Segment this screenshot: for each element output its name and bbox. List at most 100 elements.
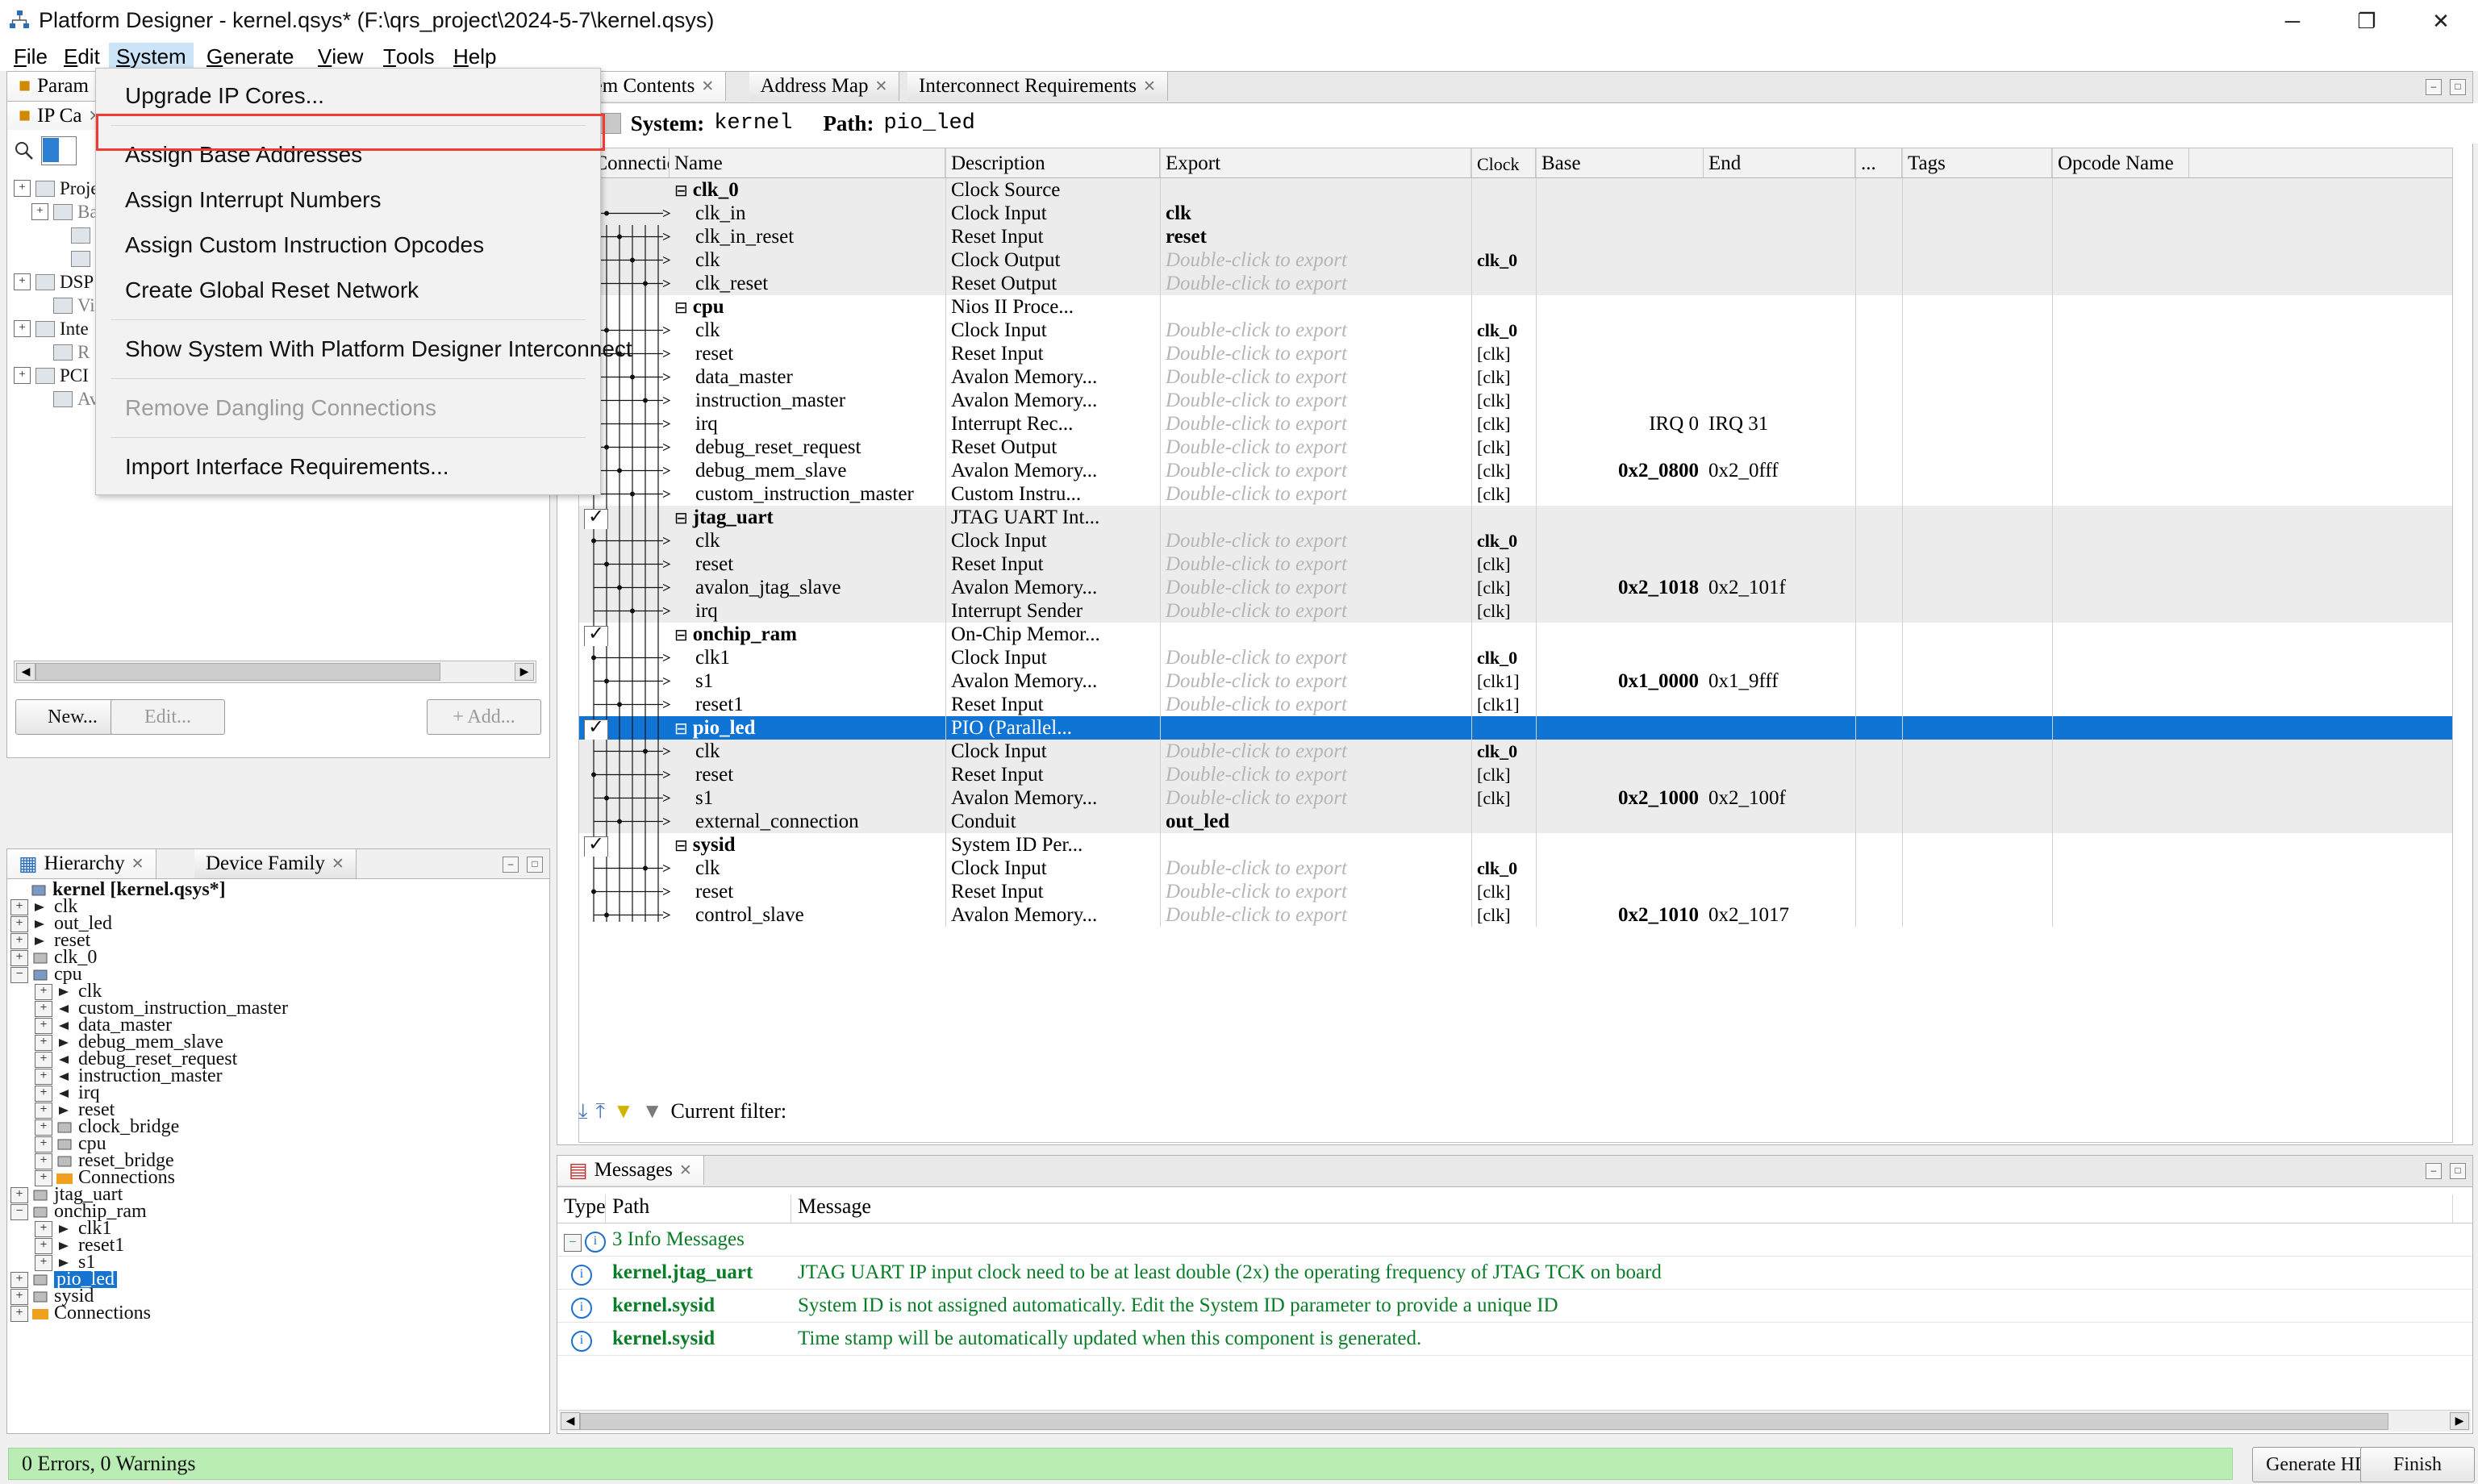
tags-cell[interactable]: [1902, 576, 2052, 599]
tags-cell[interactable]: [1902, 365, 2052, 389]
export-cell[interactable]: Double-click to export: [1160, 319, 1471, 342]
opcode-name-cell[interactable]: [2052, 646, 2189, 669]
connection-cell[interactable]: [579, 599, 670, 623]
name-cell[interactable]: reset1: [670, 693, 945, 716]
table-body[interactable]: ⊟ clk_0 Clock Source clk_in Clock Input clk cl…: [579, 178, 2452, 1106]
name-cell[interactable]: ⊟ onchip_ram: [670, 623, 945, 646]
opcode-name-cell[interactable]: [2052, 716, 2189, 740]
connection-cell[interactable]: [579, 763, 670, 786]
tags-cell[interactable]: [1902, 880, 2052, 903]
opcode-name-cell[interactable]: [2052, 389, 2189, 412]
base-address-cell[interactable]: 0x2_1018: [1536, 576, 1704, 599]
export-cell[interactable]: Double-click to export: [1160, 880, 1471, 903]
message-row[interactable]: i kernel.sysid Time stamp will be automati…: [557, 1323, 2472, 1356]
export-cell[interactable]: Double-click to export: [1160, 482, 1471, 506]
scroll-thumb[interactable]: [580, 1413, 2388, 1430]
table-row[interactable]: reset Reset Input Double-click to export [c…: [579, 342, 2452, 365]
expand-toggle-icon[interactable]: −: [10, 966, 28, 983]
name-cell[interactable]: control_slave: [670, 903, 945, 927]
opcode-name-cell[interactable]: [2052, 786, 2189, 810]
base-address-cell[interactable]: [1536, 693, 1704, 716]
export-cell[interactable]: reset: [1160, 225, 1471, 248]
menu-help[interactable]: Help: [446, 43, 503, 70]
close-icon[interactable]: ✕: [875, 77, 888, 96]
expand-toggle-icon[interactable]: +: [35, 1051, 52, 1068]
expand-toggle-icon[interactable]: +: [10, 1186, 28, 1203]
opcode-name-cell[interactable]: [2052, 763, 2189, 786]
row-checkbox[interactable]: [584, 506, 608, 529]
expand-toggle-icon[interactable]: ⊟: [674, 627, 688, 644]
connection-cell[interactable]: [579, 810, 670, 833]
name-cell[interactable]: ⊟ sysid: [670, 833, 945, 857]
opcode-name-cell[interactable]: [2052, 295, 2189, 319]
base-address-cell[interactable]: [1536, 740, 1704, 763]
tags-cell[interactable]: [1902, 459, 2052, 482]
tags-cell[interactable]: [1902, 529, 2052, 552]
base-address-cell[interactable]: [1536, 482, 1704, 506]
column-header-end[interactable]: End: [1704, 148, 1855, 177]
export-cell[interactable]: Double-click to export: [1160, 389, 1471, 412]
scroll-right-icon[interactable]: ▶: [2450, 1412, 2469, 1430]
minimize-panel-icon[interactable]: –: [503, 857, 519, 873]
column-header-base[interactable]: Base: [1536, 148, 1704, 177]
table-row[interactable]: ⊟pio_ledPIO (Parallel...: [579, 716, 2452, 740]
table-row[interactable]: reset Reset Input Double-click to export [c…: [579, 880, 2452, 903]
export-cell[interactable]: [1160, 178, 1471, 202]
export-cell[interactable]: Double-click to export: [1160, 669, 1471, 693]
menu-item-assign-interrupt-numbers[interactable]: Assign Interrupt Numbers: [96, 177, 600, 223]
column-header-op[interactable]: Opcode Name: [2052, 148, 2189, 177]
tags-cell[interactable]: [1902, 319, 2052, 342]
opcode-name-cell[interactable]: [2052, 178, 2189, 202]
message-row[interactable]: i kernel.jtag_uart JTAG UART IP input cloc…: [557, 1257, 2472, 1290]
edit-button[interactable]: Edit...: [111, 699, 225, 735]
table-row[interactable]: clk Clock Input Double-click to export clk_…: [579, 529, 2452, 552]
name-cell[interactable]: ⊟ clk_0: [670, 178, 945, 202]
export-cell[interactable]: Double-click to export: [1160, 599, 1471, 623]
opcode-name-cell[interactable]: [2052, 576, 2189, 599]
export-cell[interactable]: Double-click to export: [1160, 786, 1471, 810]
name-cell[interactable]: clk_in_reset: [670, 225, 945, 248]
export-cell[interactable]: Double-click to export: [1160, 552, 1471, 576]
row-checkbox[interactable]: [584, 623, 608, 646]
tab-address-map[interactable]: Address Map ✕: [749, 72, 900, 101]
tags-cell[interactable]: [1902, 436, 2052, 459]
expand-toggle-icon[interactable]: +: [35, 1068, 52, 1085]
opcode-name-cell[interactable]: [2052, 552, 2189, 576]
name-cell[interactable]: avalon_jtag_slave: [670, 576, 945, 599]
base-address-cell[interactable]: [1536, 880, 1704, 903]
name-cell[interactable]: clk_in: [670, 202, 945, 225]
expand-toggle-icon[interactable]: +: [10, 1288, 28, 1305]
row-checkbox[interactable]: [584, 833, 608, 857]
tags-cell[interactable]: [1902, 716, 2052, 740]
name-cell[interactable]: s1: [670, 786, 945, 810]
export-cell[interactable]: out_led: [1160, 810, 1471, 833]
base-address-cell[interactable]: [1536, 833, 1704, 857]
tags-cell[interactable]: [1902, 623, 2052, 646]
table-row[interactable]: instruction_master Avalon Memory... Double…: [579, 389, 2452, 412]
expand-toggle-icon[interactable]: +: [35, 1119, 52, 1136]
opcode-name-cell[interactable]: [2052, 342, 2189, 365]
expand-toggle-icon[interactable]: ⊟: [674, 299, 688, 317]
name-cell[interactable]: clk: [670, 740, 945, 763]
export-cell[interactable]: Double-click to export: [1160, 272, 1471, 295]
expand-toggle-icon[interactable]: ⊟: [674, 182, 688, 200]
export-cell[interactable]: [1160, 506, 1471, 529]
tags-cell[interactable]: [1902, 740, 2052, 763]
messages-hscrollbar[interactable]: ◀ ▶: [559, 1410, 2471, 1432]
expand-toggle-icon[interactable]: +: [35, 1085, 52, 1102]
base-address-cell[interactable]: [1536, 506, 1704, 529]
export-cell[interactable]: Double-click to export: [1160, 248, 1471, 272]
name-cell[interactable]: custom_instruction_master: [670, 482, 945, 506]
opcode-name-cell[interactable]: [2052, 482, 2189, 506]
base-address-cell[interactable]: IRQ 0: [1536, 412, 1704, 436]
name-cell[interactable]: debug_reset_request: [670, 436, 945, 459]
opcode-name-cell[interactable]: [2052, 529, 2189, 552]
tags-cell[interactable]: [1902, 810, 2052, 833]
tags-cell[interactable]: [1902, 389, 2052, 412]
close-icon[interactable]: ✕: [1143, 77, 1156, 96]
export-cell[interactable]: Double-click to export: [1160, 365, 1471, 389]
tags-cell[interactable]: [1902, 763, 2052, 786]
ip-catalog-hscrollbar[interactable]: ◀ ▶: [14, 661, 536, 683]
opcode-name-cell[interactable]: [2052, 506, 2189, 529]
column-header-desc[interactable]: Description: [945, 148, 1160, 177]
